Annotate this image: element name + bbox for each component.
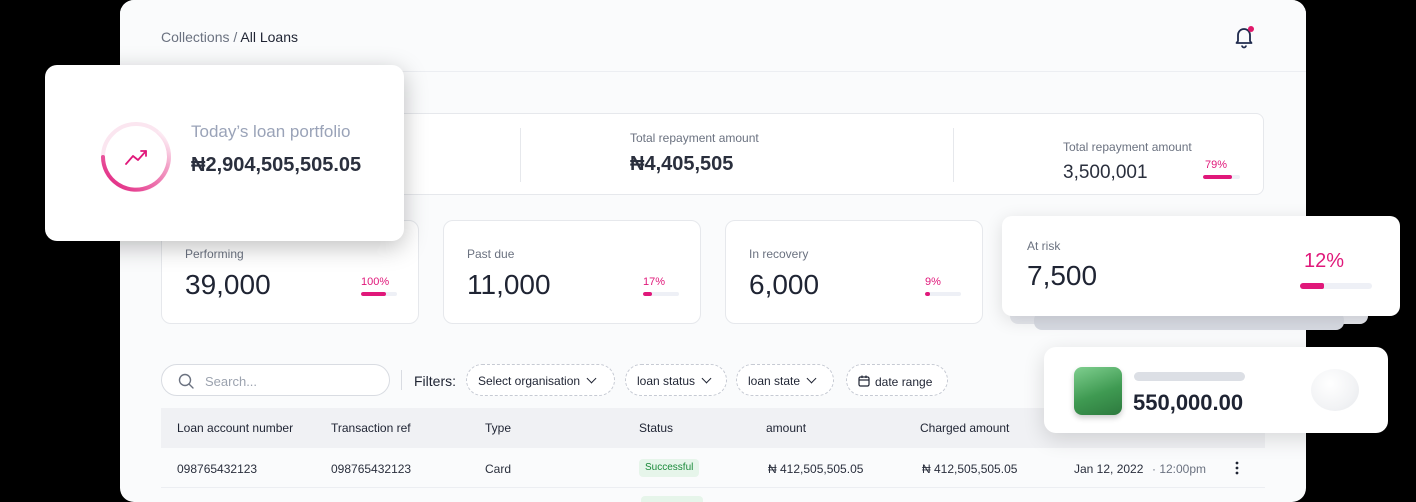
summary-label: Total repayment amount (1063, 140, 1192, 154)
loan-state-filter[interactable]: loan state (736, 364, 834, 396)
cell-ref: 098765432123 (331, 462, 412, 476)
cell-date: Jan 12, 2022 (1074, 462, 1144, 476)
stat-card-at-risk[interactable]: At risk 7,500 12% (1002, 216, 1400, 316)
stat-progress-fill (1300, 283, 1324, 289)
chevron-down-icon (586, 373, 597, 384)
breadcrumb-current: All Loans (240, 29, 298, 45)
date-range-filter-label: date range (875, 375, 933, 389)
skeleton-label (1134, 372, 1245, 381)
stat-progress-bar (361, 292, 397, 296)
summary-value: 3,500,001 (1063, 162, 1148, 183)
search-input[interactable]: Search... (161, 364, 390, 396)
search-icon (178, 373, 194, 389)
app-tile-icon (1074, 367, 1122, 415)
status-badge (641, 496, 703, 502)
loan-status-filter[interactable]: loan status (625, 364, 727, 396)
chevron-down-icon (806, 373, 817, 384)
summary-divider (520, 128, 521, 182)
column-header[interactable]: Status (639, 421, 673, 435)
breadcrumb-separator: / (229, 29, 241, 45)
stat-progress-bar (1300, 283, 1372, 289)
table-row[interactable]: 098765432123 098765432123 Card Successfu… (161, 448, 1265, 488)
cell-type: Card (485, 462, 512, 476)
portfolio-label: Today’s loan portfolio (191, 122, 351, 141)
filters-label: Filters: (414, 373, 456, 389)
filter-divider (401, 370, 402, 390)
summary-value: ₦4,405,505 (630, 153, 734, 175)
stat-progress-bar (643, 292, 679, 296)
status-badge: Successful (639, 459, 700, 477)
bell-icon[interactable] (1232, 24, 1256, 50)
stat-progress-fill (925, 292, 931, 296)
kebab-icon[interactable] (1235, 460, 1239, 476)
stat-percent: 17% (643, 276, 666, 288)
stat-value: 39,000 (185, 269, 271, 300)
avatar (1311, 369, 1359, 411)
search-placeholder: Search... (205, 374, 258, 389)
summary-progress-bar (1203, 175, 1240, 179)
stat-percent: 100% (361, 276, 390, 288)
stat-card-past-due[interactable]: Past due 11,000 17% (443, 220, 701, 324)
summary-divider (953, 128, 954, 182)
stat-value: 6,000 (749, 269, 820, 300)
chevron-down-icon (701, 373, 712, 384)
column-header[interactable]: Type (485, 421, 511, 435)
loan-portfolio-card: Today’s loan portfolio ₦2,904,505,505.05 (45, 65, 404, 241)
column-header[interactable]: amount (766, 421, 806, 435)
cell-amount: ₦ 412,505,505.05 (768, 462, 864, 476)
calendar-icon (858, 375, 870, 387)
organisation-filter[interactable]: Select organisation (466, 364, 615, 396)
stat-percent: 9% (925, 276, 941, 288)
portfolio-value: ₦2,904,505,505.05 (191, 154, 362, 176)
stat-value: 7,500 (1027, 260, 1098, 291)
stat-progress-bar (925, 292, 961, 296)
stat-label: Performing (185, 247, 244, 261)
summary-percent: 79% (1205, 159, 1228, 171)
date-range-filter[interactable]: date range (846, 364, 948, 396)
stat-label: In recovery (749, 247, 809, 261)
stat-progress-fill (643, 292, 652, 296)
column-header[interactable]: Transaction ref (331, 421, 411, 435)
trend-up-icon (101, 122, 171, 192)
column-header[interactable]: Charged amount (920, 421, 1009, 435)
cell-time: · 12:00pm (1152, 462, 1207, 476)
table-row[interactable] (161, 488, 1265, 502)
breadcrumb: Collections / All Loans (161, 29, 298, 45)
breadcrumb-parent[interactable]: Collections (161, 29, 229, 45)
stat-card-in-recovery[interactable]: In recovery 6,000 9% (725, 220, 983, 324)
amount-value: 550,000.00 (1133, 390, 1244, 415)
cell-charged-amount: ₦ 412,505,505.05 (922, 462, 1018, 476)
stat-label: Past due (467, 247, 515, 261)
organisation-filter-label: Select organisation (478, 374, 581, 388)
stat-value: 11,000 (467, 269, 551, 300)
stat-percent: 12% (1304, 250, 1345, 272)
loan-state-filter-label: loan state (748, 374, 801, 388)
cell-account: 098765432123 (177, 462, 258, 476)
stat-progress-fill (361, 292, 387, 296)
column-header[interactable]: Loan account number (177, 421, 293, 435)
amount-card: 550,000.00 (1044, 347, 1388, 433)
top-bar: Collections / All Loans (120, 0, 1306, 72)
summary-progress-fill (1203, 175, 1233, 179)
loan-status-filter-label: loan status (637, 374, 696, 388)
stat-label: At risk (1027, 239, 1061, 253)
summary-label: Total repayment amount (630, 131, 759, 145)
